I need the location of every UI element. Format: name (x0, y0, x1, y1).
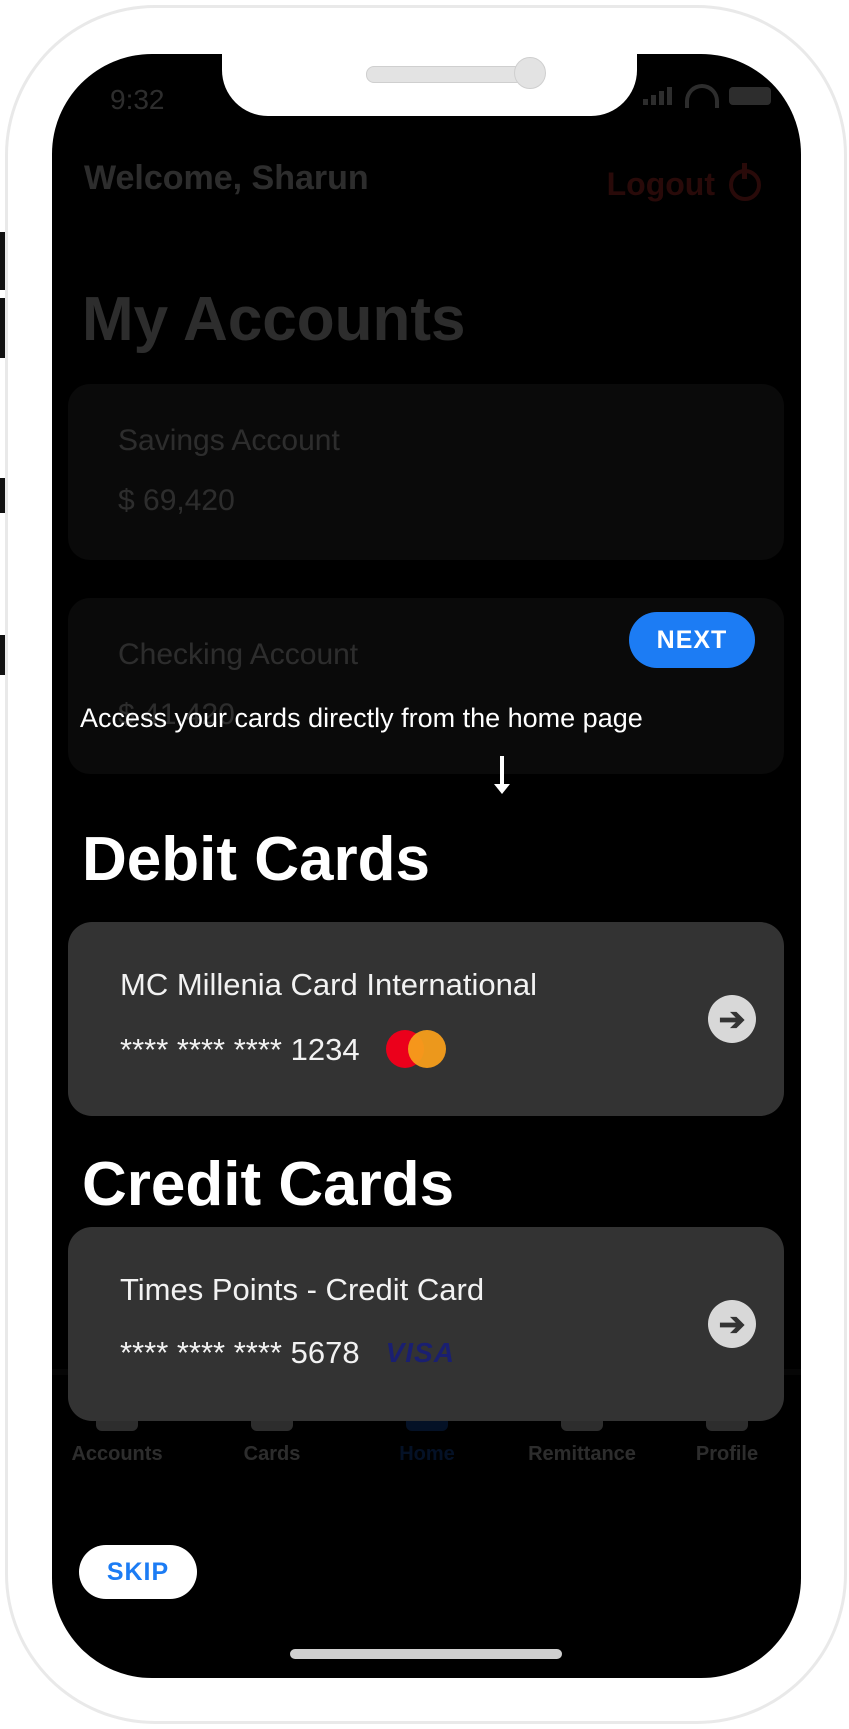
status-icons (643, 84, 771, 108)
notch (222, 54, 637, 116)
nav-label: Accounts (71, 1443, 163, 1465)
account-card-savings[interactable]: Savings Account $ 69,420 (68, 384, 784, 560)
credit-card[interactable]: Times Points - Credit Card **** **** ***… (68, 1227, 784, 1421)
tour-message: Access your cards directly from the home… (80, 703, 643, 733)
arrow-right-icon[interactable]: ➔ (708, 1300, 756, 1348)
nav-label: Remittance (528, 1443, 636, 1465)
welcome-text: Welcome, Sharun (84, 159, 369, 197)
logout-label: Logout (606, 166, 715, 202)
card-name: Times Points - Credit Card (120, 1272, 485, 1307)
wifi-icon (685, 84, 719, 108)
nav-label: Home (399, 1443, 455, 1465)
status-time: 9:32 (110, 84, 165, 115)
debit-card[interactable]: MC Millenia Card International **** ****… (68, 922, 784, 1116)
card-number-row: **** **** **** 1234 (120, 1030, 446, 1070)
logout-button[interactable]: Logout (606, 162, 761, 203)
accounts-title: My Accounts (82, 285, 466, 354)
speaker-grille (366, 66, 524, 83)
account-balance: $ 69,420 (118, 484, 235, 517)
battery-icon (729, 87, 771, 105)
nav-label: Profile (695, 1443, 759, 1465)
arrow-down-icon (494, 756, 510, 794)
card-name: MC Millenia Card International (120, 967, 537, 1002)
phone-screen: 9:32 Welcome, Sharun Logout My Accounts … (52, 54, 801, 1678)
skip-button[interactable]: SKIP (79, 1545, 197, 1599)
debit-cards-title: Debit Cards (82, 825, 430, 894)
card-number: **** **** **** 1234 (120, 1032, 360, 1067)
card-number-row: **** **** **** 5678 VISA (120, 1335, 455, 1371)
camera-icon (514, 57, 546, 89)
visa-logo-icon: VISA (385, 1337, 455, 1368)
next-button[interactable]: NEXT (629, 612, 755, 668)
account-name: Checking Account (118, 638, 359, 671)
arrow-right-icon[interactable]: ➔ (708, 995, 756, 1043)
mastercard-logo-icon (385, 1030, 446, 1070)
power-icon (729, 162, 761, 201)
account-name: Savings Account (118, 424, 340, 457)
nav-label: Cards (243, 1443, 301, 1465)
credit-cards-title: Credit Cards (82, 1150, 455, 1219)
card-number: **** **** **** 5678 (120, 1335, 360, 1370)
home-indicator (290, 1649, 562, 1659)
signal-icon (643, 87, 675, 105)
